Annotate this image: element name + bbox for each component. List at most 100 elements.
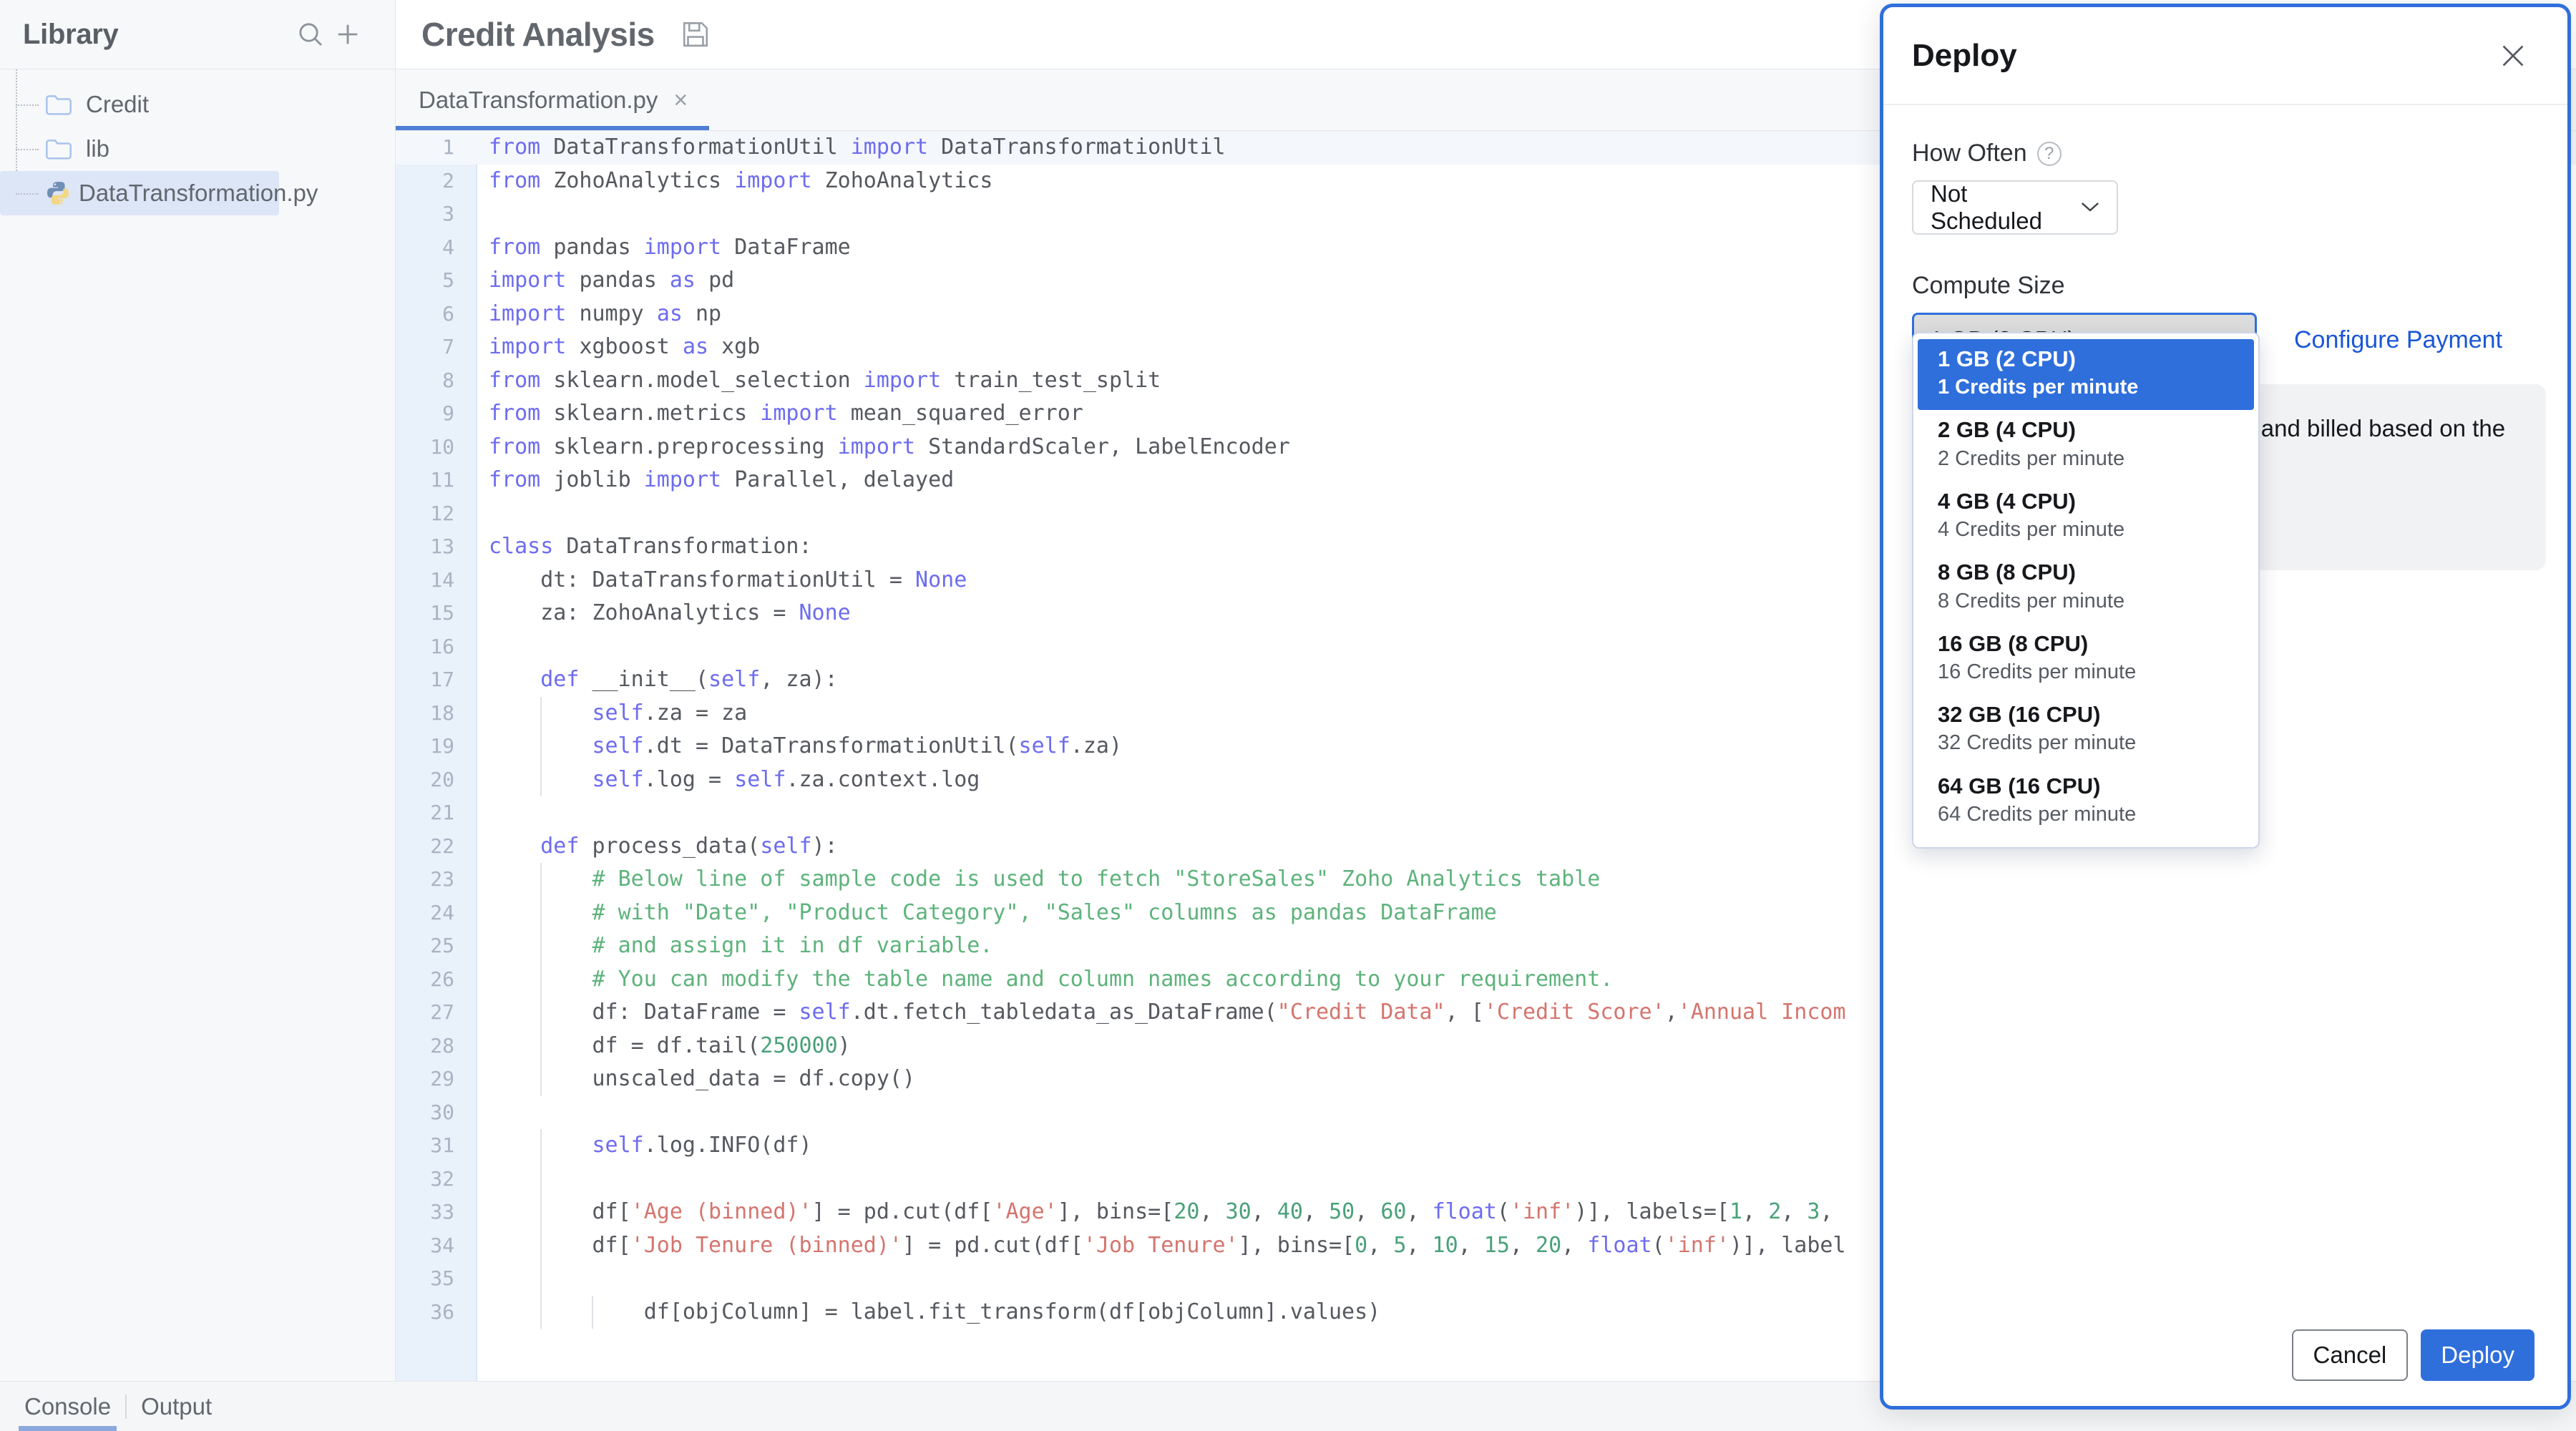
tree-item-credit[interactable]: Credit	[0, 82, 395, 127]
deploy-button[interactable]: Deploy	[2421, 1329, 2534, 1381]
code-text: df = df.tail(250000)	[489, 1030, 851, 1063]
compute-size-option[interactable]: 32 GB (16 CPU)32 Credits per minute	[1913, 695, 2258, 766]
tree-item-label: DataTransformation.py	[79, 180, 318, 207]
code-text: # Below line of sample code is used to f…	[489, 863, 1600, 897]
python-file-icon	[44, 180, 72, 207]
tree-connector	[16, 149, 39, 150]
code-text: # with "Date", "Product Category", "Sale…	[489, 897, 1497, 930]
compute-size-option[interactable]: 2 GB (4 CPU)2 Credits per minute	[1913, 410, 2258, 481]
line-number: 9	[396, 397, 454, 431]
option-credits: 32 Credits per minute	[1938, 729, 2243, 757]
code-text: from ZohoAnalytics import ZohoAnalytics	[489, 165, 992, 198]
option-title: 16 GB (8 CPU)	[1938, 630, 2243, 658]
plus-icon[interactable]	[329, 16, 366, 53]
how-often-label: How Often ?	[1912, 140, 2539, 167]
application-window: Library Credit	[0, 0, 2576, 1431]
sidebar-title: Library	[23, 19, 292, 51]
code-text: from sklearn.preprocessing import Standa…	[489, 431, 1290, 464]
code-text: self.za = za	[489, 697, 747, 731]
compute-size-dropdown[interactable]: 1 GB (2 CPU)1 Credits per minute2 GB (4 …	[1912, 332, 2260, 849]
code-text: df['Job Tenure (binned)'] = pd.cut(df['J…	[489, 1229, 1846, 1263]
line-number: 25	[396, 929, 454, 963]
line-number: 27	[396, 996, 454, 1030]
deploy-dialog: Deploy ates on a pay-as-you-use ned and …	[1880, 4, 2571, 1410]
code-text: unscaled_data = df.copy()	[489, 1063, 915, 1096]
line-number: 4	[396, 231, 454, 265]
console-tab-label: Output	[141, 1393, 212, 1420]
code-text: df['Age (binned)'] = pd.cut(df['Age'], b…	[489, 1196, 1833, 1229]
line-number: 18	[396, 697, 454, 731]
option-title: 8 GB (8 CPU)	[1938, 558, 2243, 587]
indent-guide	[540, 1129, 542, 1329]
line-number: 10	[396, 431, 454, 464]
code-text: from joblib import Parallel, delayed	[489, 464, 954, 497]
line-number: 13	[396, 530, 454, 564]
chevron-down-icon	[2079, 197, 2101, 219]
tree-item-lib[interactable]: lib	[0, 127, 395, 171]
folder-icon	[44, 92, 79, 117]
code-text: import pandas as pd	[489, 264, 734, 298]
option-credits: 16 Credits per minute	[1938, 658, 2243, 686]
tree-item-label: lib	[86, 135, 109, 162]
close-icon[interactable]: ×	[673, 88, 688, 112]
folder-icon	[44, 137, 79, 161]
cancel-button[interactable]: Cancel	[2292, 1329, 2409, 1381]
code-text: import numpy as np	[489, 298, 721, 331]
code-text: self.log.INFO(df)	[489, 1129, 812, 1163]
indent-guide	[540, 863, 542, 1096]
option-credits: 4 Credits per minute	[1938, 516, 2243, 544]
compute-size-option[interactable]: 4 GB (4 CPU)4 Credits per minute	[1913, 482, 2258, 552]
tab-datatransformation-py[interactable]: DataTransformation.py ×	[396, 69, 709, 130]
how-often-select[interactable]: Not Scheduled	[1912, 180, 2118, 235]
compute-size-option[interactable]: 1 GB (2 CPU)1 Credits per minute	[1918, 339, 2254, 410]
code-text: # You can modify the table name and colu…	[489, 963, 1613, 997]
line-number: 11	[396, 464, 454, 497]
code-text: dt: DataTransformationUtil = None	[489, 564, 967, 597]
option-credits: 8 Credits per minute	[1938, 587, 2243, 615]
compute-size-option[interactable]: 64 GB (16 CPU)64 Credits per minute	[1913, 766, 2258, 837]
tree-connector	[16, 104, 39, 106]
line-number: 29	[396, 1063, 454, 1096]
line-number: 12	[396, 497, 454, 531]
dialog-footer: Cancel Deploy	[1883, 1304, 2567, 1406]
line-number: 21	[396, 796, 454, 830]
line-number: 23	[396, 863, 454, 897]
indent-guide	[540, 697, 542, 797]
code-text: from pandas import DataFrame	[489, 231, 851, 265]
line-number: 28	[396, 1030, 454, 1063]
compute-size-option[interactable]: 8 GB (8 CPU)8 Credits per minute	[1913, 552, 2258, 623]
tab-console[interactable]: Console	[10, 1382, 125, 1431]
search-icon[interactable]	[292, 16, 329, 53]
dialog-body: ates on a pay-as-you-use ned and billed …	[1883, 105, 2567, 367]
code-text: def __init__(self, za):	[489, 663, 838, 697]
line-number: 34	[396, 1229, 454, 1263]
code-text: df: DataFrame = self.dt.fetch_tabledata_…	[489, 996, 1846, 1030]
option-title: 4 GB (4 CPU)	[1938, 487, 2243, 516]
library-sidebar: Library Credit	[0, 0, 396, 1381]
code-text: from sklearn.metrics import mean_squared…	[489, 397, 1083, 431]
line-number: 22	[396, 830, 454, 864]
line-number: 19	[396, 730, 454, 763]
option-credits: 2 Credits per minute	[1938, 445, 2243, 473]
close-icon[interactable]	[2492, 34, 2534, 77]
option-credits: 1 Credits per minute	[1938, 373, 2238, 401]
line-number: 36	[396, 1296, 454, 1329]
question-mark-icon[interactable]: ?	[2037, 142, 2062, 166]
code-text: self.log = self.za.context.log	[489, 763, 980, 797]
line-number: 32	[396, 1163, 454, 1196]
code-text: df[objColumn] = label.fit_transform(df[o…	[489, 1296, 1380, 1329]
configure-payment-link[interactable]: Configure Payment	[2294, 326, 2502, 354]
save-icon[interactable]	[680, 19, 711, 49]
line-number: 30	[396, 1096, 454, 1130]
line-number: 3	[396, 197, 454, 231]
compute-size-option[interactable]: 16 GB (8 CPU)16 Credits per minute	[1913, 624, 2258, 695]
option-title: 1 GB (2 CPU)	[1938, 345, 2238, 373]
compute-size-label-text: Compute Size	[1912, 272, 2065, 300]
code-text: class DataTransformation:	[489, 530, 812, 564]
tree-item-datatransformation-py[interactable]: DataTransformation.py	[0, 171, 279, 215]
code-text: self.dt = DataTransformationUtil(self.za…	[489, 730, 1122, 763]
tree-item-label: Credit	[86, 91, 149, 118]
line-number: 14	[396, 564, 454, 597]
tab-output[interactable]: Output	[127, 1382, 226, 1431]
indent-guide	[592, 1296, 593, 1329]
